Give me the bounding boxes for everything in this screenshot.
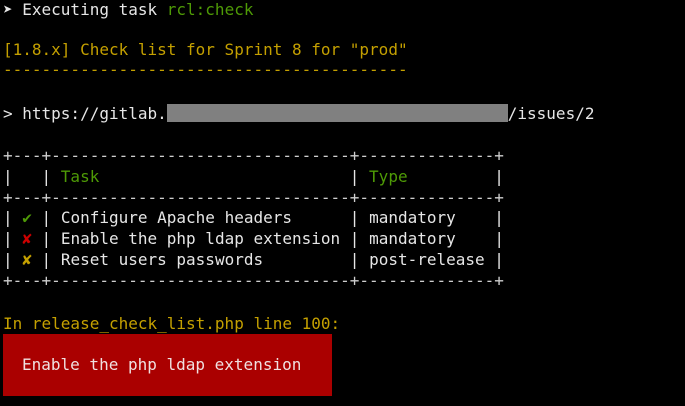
row-task: Enable the php ldap extension: [60, 229, 341, 248]
table-row: | ✔ | Configure Apache headers | mandato…: [3, 208, 504, 227]
table-row: | ✘ | Reset users passwords | post-relea…: [3, 250, 504, 269]
row-task: Reset users passwords: [60, 250, 264, 269]
redacted-url-segment: [166, 104, 508, 122]
task-name: rcl:check: [166, 0, 254, 19]
issue-url-line: > https://gitlab. /issues/2: [3, 104, 594, 124]
row-type: mandatory: [369, 229, 456, 248]
error-location: In release_check_list.php line 100:: [3, 314, 341, 333]
cross-icon: ✘: [22, 229, 32, 248]
table-header-row: | | Task | Type |: [3, 167, 504, 186]
url-prefix: > https://gitlab.: [3, 104, 167, 123]
table-border-middle: +---+-------------------------------+---…: [3, 188, 504, 207]
row-task: Configure Apache headers: [60, 208, 292, 227]
header-type: Type: [369, 167, 408, 186]
table-border-bottom: +---+-------------------------------+---…: [3, 271, 504, 290]
cross-warning-icon: ✘: [22, 250, 32, 269]
title-underline: ----------------------------------------…: [3, 60, 408, 79]
table-row: | ✘ | Enable the php ldap extension | ma…: [3, 229, 504, 248]
header-task: Task: [60, 167, 100, 186]
error-message-box: Enable the php ldap extension: [3, 334, 332, 396]
url-suffix: /issues/2: [507, 104, 595, 123]
table-border-top: +---+-------------------------------+---…: [3, 146, 504, 165]
row-type: post-release: [369, 250, 485, 269]
error-message: Enable the php ldap extension: [22, 355, 302, 374]
executing-line: ➤ Executing task rcl:check: [3, 0, 253, 20]
checklist-title: [1.8.x] Check list for Sprint 8 for "pro…: [3, 40, 408, 59]
check-icon: ✔: [22, 208, 32, 227]
row-type: mandatory: [369, 208, 456, 227]
executing-prefix: ➤ Executing task: [3, 0, 167, 19]
